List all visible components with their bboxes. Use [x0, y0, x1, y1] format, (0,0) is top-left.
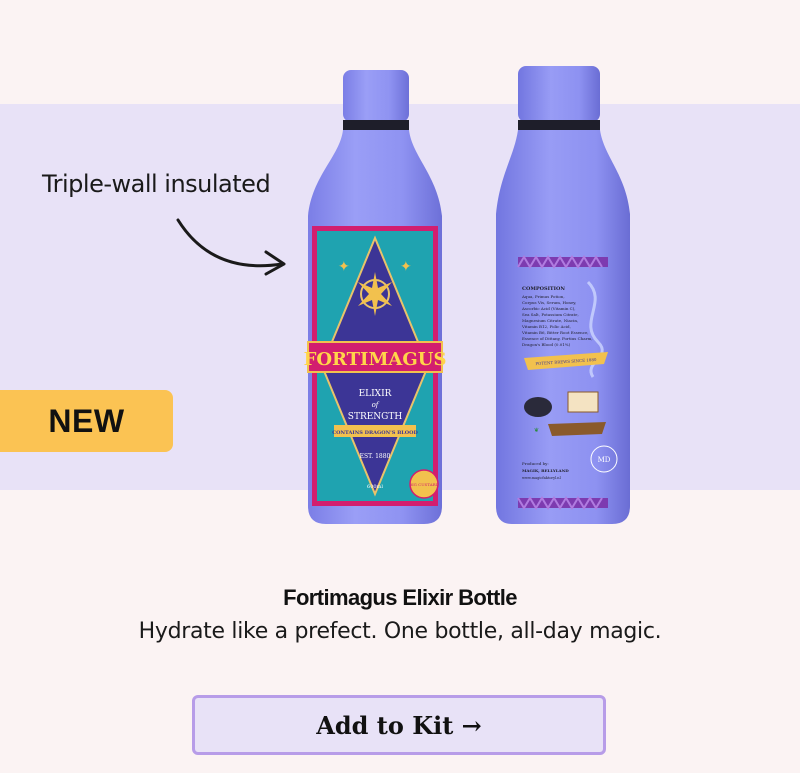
- ingredient-line: Essence of Dittany, Fortius Charm,: [522, 336, 593, 341]
- front-brand-text: FORTIMAGUS: [304, 349, 447, 370]
- back-site-text: www.magicfaktoryl.nl: [522, 476, 562, 480]
- bottle-front-image[interactable]: FORTIMAGUS ELIXIR of STRENGTH CONTAINS D…: [300, 66, 450, 528]
- front-line1-text: ELIXIR: [359, 389, 392, 399]
- ingredient-line: Vitamin B12, Folic Acid,: [521, 324, 571, 329]
- ingredient-line: Dragon's Blood (0.01%): [522, 342, 571, 347]
- star-right-icon: ✦: [400, 259, 412, 275]
- star-left-icon: ✦: [338, 259, 350, 275]
- front-label: FORTIMAGUS ELIXIR of STRENGTH CONTAINS D…: [304, 226, 447, 506]
- back-heading-text: COMPOSITION: [522, 286, 565, 292]
- ingredient-line: Aqua, Primus Potion,: [521, 294, 565, 299]
- back-stamp-text: MD: [598, 456, 611, 464]
- back-madeby-text: Produced by:: [522, 461, 549, 466]
- ingredient-line: Corpus Vis, Serum, Honey,: [522, 300, 576, 305]
- product-subtitle: Hydrate like a prefect. One bottle, all-…: [138, 619, 662, 644]
- front-line3-text: STRENGTH: [348, 412, 403, 422]
- front-est-text: EST. 1880: [360, 453, 391, 460]
- front-ribbon-text: CONTAINS DRAGON'S BLOOD: [332, 430, 418, 436]
- product-title: Fortimagus Elixir Bottle: [283, 585, 517, 610]
- plant-icon: ❦: [534, 427, 539, 434]
- callout-arrow-icon: [176, 218, 286, 276]
- ingredient-line: Magnesium Citrate, Niacin,: [522, 318, 578, 323]
- feature-callout: Triple-wall insulated: [42, 170, 271, 198]
- ingredient-line: Sea Salt, Potassium Citrate,: [522, 312, 579, 317]
- front-volume-text: 600ml: [367, 484, 383, 490]
- bottle-back-image[interactable]: COMPOSITION Aqua, Primus Potion, Corpus …: [488, 62, 638, 528]
- front-seal-text: BIG CUSTARD: [409, 482, 439, 487]
- back-address-text: MAGIK, BELLYLAND: [522, 468, 569, 473]
- ingredient-line: Ascorbic Acid (Vitamin C),: [521, 306, 576, 311]
- new-badge: NEW: [0, 390, 173, 452]
- ingredient-line: Vitamin B6, Bitter Root Essence,: [521, 330, 589, 335]
- add-to-kit-button[interactable]: Add to Kit →: [192, 695, 606, 755]
